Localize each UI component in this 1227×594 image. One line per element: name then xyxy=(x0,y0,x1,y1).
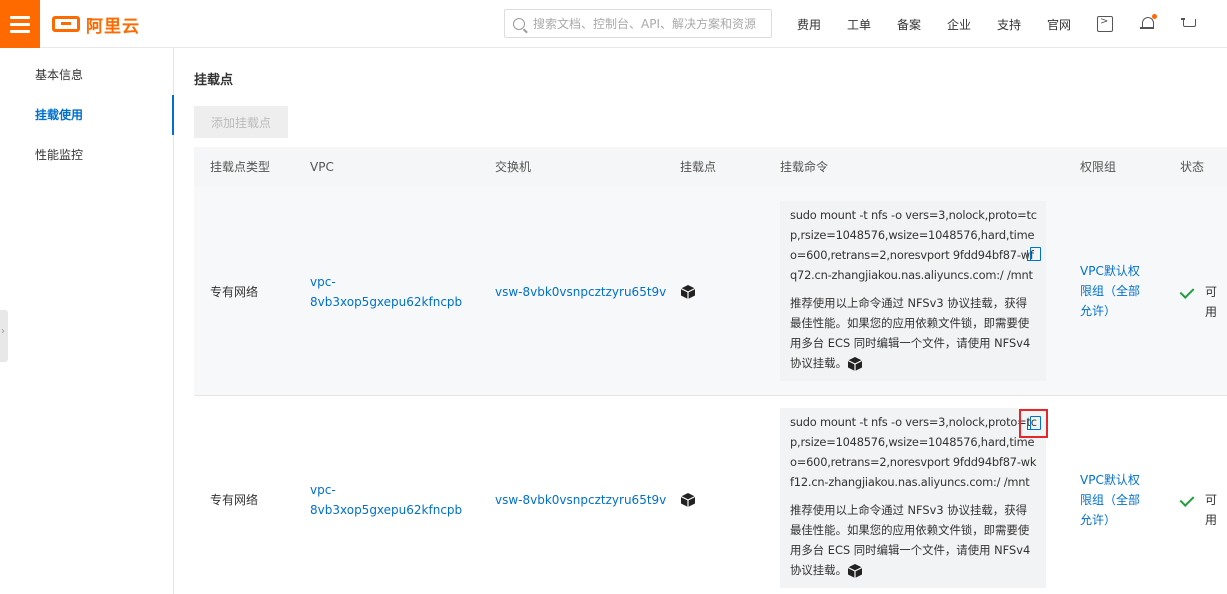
vpc-link-prefix[interactable]: vpc- xyxy=(310,272,336,292)
column-header-status: 状态 xyxy=(1180,160,1205,174)
cart-icon[interactable] xyxy=(1181,16,1197,32)
status-text: 可用 xyxy=(1205,493,1218,527)
logo-text: 阿里云 xyxy=(86,16,140,37)
nav-tickets[interactable]: 工单 xyxy=(847,16,871,33)
mount-command-text: sudo mount -t nfs -o vers=3,nolock,proto… xyxy=(790,208,1037,282)
check-icon xyxy=(1180,284,1196,300)
column-header-mount-point: 挂载点 xyxy=(680,160,717,174)
column-header-vswitch: 交换机 xyxy=(495,160,532,174)
vswitch-link[interactable]: vsw-8vbk0vsnpcztzyru65t9v xyxy=(495,282,666,302)
sidebar-item-basic-info[interactable]: 基本信息 xyxy=(0,55,174,95)
search-icon xyxy=(513,17,525,30)
nav-icp[interactable]: 备案 xyxy=(897,16,921,33)
nav-billing[interactable]: 费用 xyxy=(797,16,821,33)
column-header-type: 挂载点类型 xyxy=(210,160,271,174)
aliyun-logo[interactable]: 阿里云 xyxy=(52,12,140,37)
copy-icon[interactable] xyxy=(1026,246,1042,262)
aliyun-logo-mark xyxy=(52,16,80,32)
notification-dot xyxy=(1152,14,1157,19)
permission-group-link-line1[interactable]: VPC默认权 xyxy=(1080,261,1140,281)
vpc-link[interactable]: 8vb3xop5gxepu62kfncpb xyxy=(310,292,462,312)
search-input[interactable] xyxy=(533,16,763,31)
mount-command-box: sudo mount -t nfs -o vers=3,nolock,proto… xyxy=(780,408,1046,588)
mount-type: 专有网络 xyxy=(210,285,259,299)
nfs-info-cube-icon[interactable] xyxy=(847,356,863,372)
sidebar-item-performance[interactable]: 性能监控 xyxy=(0,135,174,175)
mount-command-box: sudo mount -t nfs -o vers=3,nolock,proto… xyxy=(780,201,1046,381)
vpc-link[interactable]: 8vb3xop5gxepu62kfncpb xyxy=(310,500,462,520)
add-mount-point-button[interactable]: 添加挂载点 xyxy=(194,106,288,138)
mount-command-note: 推荐使用以上命令通过 NFSv3 协议挂载，获得最佳性能。如果您的应用依赖文件锁… xyxy=(790,500,1038,580)
mount-command-note-text: 推荐使用以上命令通过 NFSv3 协议挂载，获得最佳性能。如果您的应用依赖文件锁… xyxy=(790,296,1031,370)
column-header-permission-group: 权限组 xyxy=(1080,160,1117,174)
nav-support[interactable]: 支持 xyxy=(997,16,1021,33)
mount-points-table: 挂载点类型 VPC 交换机 挂载点 挂载命令 权限组 状态 专有网络 vpc- … xyxy=(194,147,1227,594)
vswitch-link[interactable]: vsw-8vbk0vsnpcztzyru65t9v xyxy=(495,490,666,510)
permission-group-link-line3[interactable]: 允许） xyxy=(1080,301,1116,321)
column-header-mount-command: 挂载命令 xyxy=(780,160,829,174)
sidebar-collapse-handle[interactable] xyxy=(0,310,8,362)
top-bar: 阿里云 费用 工单 备案 企业 支持 官网 xyxy=(0,0,1227,48)
permission-group-link-line2[interactable]: 限组（全部 xyxy=(1080,490,1140,510)
mount-point-cube-icon[interactable] xyxy=(680,284,696,300)
mount-command-text: sudo mount -t nfs -o vers=3,nolock,proto… xyxy=(790,415,1037,489)
permission-group-link-line3[interactable]: 允许） xyxy=(1080,510,1116,530)
nav-official-site[interactable]: 官网 xyxy=(1047,16,1071,33)
terminal-icon[interactable] xyxy=(1097,16,1113,32)
copy-icon-highlight-box xyxy=(1019,409,1048,438)
sidebar-item-mount-usage[interactable]: 挂载使用 xyxy=(0,95,174,135)
mount-type: 专有网络 xyxy=(210,493,259,507)
bell-icon[interactable] xyxy=(1139,14,1157,32)
hamburger-menu-icon[interactable] xyxy=(0,0,40,48)
status-text: 可用 xyxy=(1205,285,1218,319)
search-box[interactable] xyxy=(504,9,772,38)
section-title: 挂载点 xyxy=(194,73,234,88)
table-row: 专有网络 vpc- 8vb3xop5gxepu62kfncpb vsw-8vbk… xyxy=(194,396,1227,594)
permission-group-link-line2[interactable]: 限组（全部 xyxy=(1080,281,1140,301)
sidebar: 基本信息 挂载使用 性能监控 xyxy=(0,48,174,594)
table-row: 专有网络 vpc- 8vb3xop5gxepu62kfncpb vsw-8vbk… xyxy=(194,187,1227,396)
mount-command-note: 推荐使用以上命令通过 NFSv3 协议挂载，获得最佳性能。如果您的应用依赖文件锁… xyxy=(790,293,1038,373)
vpc-link-prefix[interactable]: vpc- xyxy=(310,480,336,500)
nfs-info-cube-icon[interactable] xyxy=(847,563,863,579)
table-header: 挂载点类型 VPC 交换机 挂载点 挂载命令 权限组 状态 xyxy=(194,147,1227,187)
nav-enterprise[interactable]: 企业 xyxy=(947,16,971,33)
column-header-vpc: VPC xyxy=(310,160,334,174)
check-icon xyxy=(1180,492,1196,508)
mount-point-cube-icon[interactable] xyxy=(680,492,696,508)
permission-group-link-line1[interactable]: VPC默认权 xyxy=(1080,470,1140,490)
mount-command-note-text: 推荐使用以上命令通过 NFSv3 协议挂载，获得最佳性能。如果您的应用依赖文件锁… xyxy=(790,503,1031,577)
